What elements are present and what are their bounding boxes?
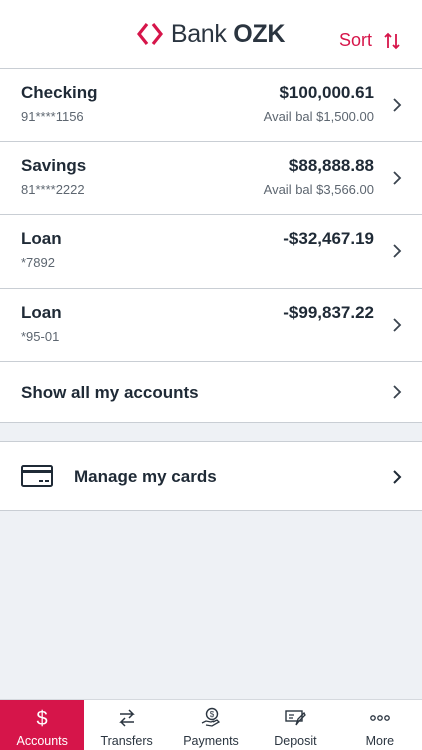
account-row-loan[interactable]: Loan *95-01 -$99,837.22 [0, 289, 422, 362]
tab-label: Payments [183, 734, 239, 748]
account-row-checking[interactable]: Checking 91****1156 $100,000.61 Avail ba… [0, 68, 422, 142]
dollar-icon: $ [37, 708, 48, 729]
account-balance: -$99,837.22 [283, 302, 374, 322]
tab-more[interactable]: More [338, 700, 422, 750]
brand-prefix: Bank [170, 19, 227, 48]
account-name: Loan [21, 302, 62, 322]
tab-payments[interactable]: $ Payments [169, 700, 253, 750]
chevron-right-icon [393, 98, 402, 112]
transfer-arrows-icon [118, 709, 135, 727]
account-number: *7892 [21, 255, 55, 270]
show-all-label: Show all my accounts [21, 383, 199, 402]
credit-card-icon [21, 465, 53, 487]
account-row-loan[interactable]: Loan *7892 -$32,467.19 [0, 215, 422, 289]
manage-cards-label: Manage my cards [74, 467, 217, 486]
app-header: Bank OZK Sort [0, 0, 422, 68]
tab-accounts[interactable]: $ Accounts [0, 700, 85, 750]
svg-text:$: $ [210, 710, 215, 719]
more-dots-icon [369, 715, 390, 721]
bank-logo: Bank OZK [136, 19, 286, 49]
available-balance: Avail bal $3,566.00 [263, 181, 374, 197]
tab-deposit[interactable]: Deposit [253, 700, 337, 750]
bottom-tab-bar: $ Accounts Transfers $ Payments Deposit [0, 699, 422, 750]
account-name: Loan [21, 229, 62, 248]
account-name: Checking [21, 83, 98, 102]
account-balance: $100,000.61 [279, 83, 374, 102]
sort-arrows-icon [384, 32, 400, 49]
account-row-savings[interactable]: Savings 81****2222 $88,888.88 Avail bal … [0, 142, 422, 215]
chevron-right-icon [393, 244, 402, 258]
account-number: 81****2222 [21, 181, 85, 197]
chevron-right-icon [393, 170, 402, 185]
brand-name: Bank OZK [170, 19, 286, 49]
manage-cards-button[interactable]: Manage my cards [0, 441, 422, 511]
tab-label: More [365, 734, 395, 748]
chevron-right-icon [393, 317, 402, 332]
check-deposit-icon [285, 710, 307, 726]
chevron-right-icon [393, 385, 402, 399]
sort-button[interactable]: Sort [339, 30, 400, 51]
sort-label: Sort [338, 30, 372, 50]
show-all-accounts-button[interactable]: Show all my accounts [0, 362, 422, 423]
available-balance: Avail bal $1,500.00 [263, 109, 374, 124]
bank-logo-icon [136, 23, 163, 45]
hand-coin-icon: $ [201, 707, 221, 727]
svg-text:$: $ [37, 708, 48, 729]
account-balance: $88,888.88 [288, 155, 374, 175]
chevron-right-icon [393, 470, 402, 484]
account-number: *95-01 [21, 328, 60, 344]
account-balance: -$32,467.19 [283, 229, 374, 248]
tab-label: Deposit [274, 734, 317, 748]
tab-label: Transfers [100, 734, 153, 748]
tab-transfers[interactable]: Transfers [84, 700, 168, 750]
account-number: 91****1156 [21, 109, 84, 124]
accounts-list: Checking 91****1156 $100,000.61 Avail ba… [0, 68, 422, 423]
brand-suffix: OZK [233, 19, 286, 48]
tab-label: Accounts [16, 734, 68, 748]
account-name: Savings [21, 155, 87, 175]
